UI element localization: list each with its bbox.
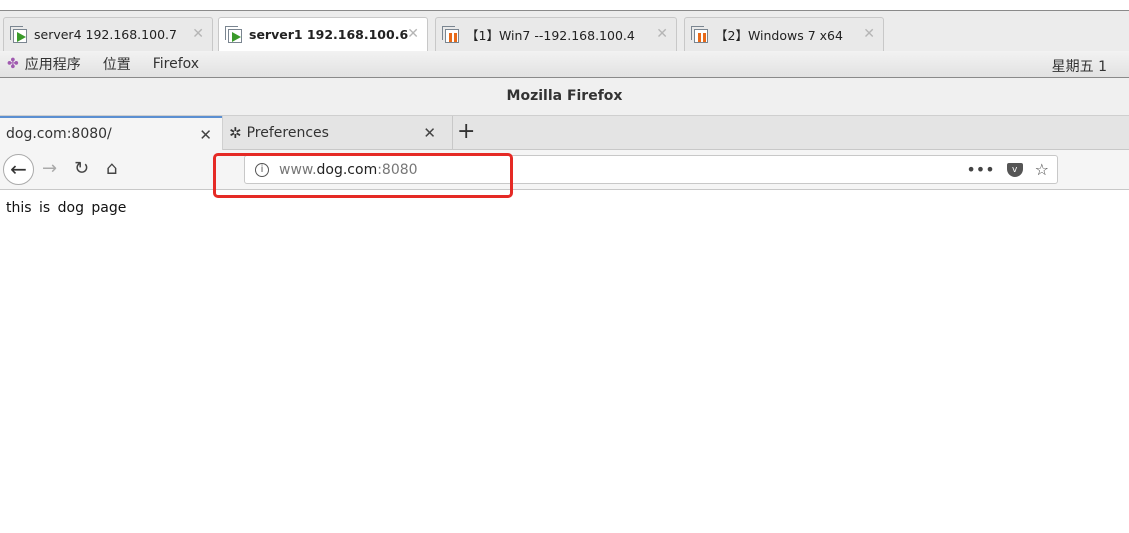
vm-tab-label: server1 192.168.100.6 <box>249 27 409 42</box>
vm-running-icon <box>10 25 28 44</box>
browser-tab-preferences[interactable]: ✲ Preferences ✕ <box>222 116 446 150</box>
browser-tab-dog[interactable]: dog.com:8080/ ✕ <box>0 116 222 150</box>
reload-button[interactable]: ↻ <box>74 158 89 179</box>
new-tab-button[interactable]: + <box>452 116 476 150</box>
close-tab-icon[interactable]: ✕ <box>423 124 436 142</box>
close-tab-icon[interactable]: ✕ <box>199 126 212 144</box>
bookmark-star-icon[interactable]: ☆ <box>1035 160 1049 179</box>
vm-running-icon <box>225 25 243 44</box>
close-icon[interactable]: ✕ <box>192 26 204 42</box>
vm-paused-icon <box>442 25 460 44</box>
vm-tab-label: server4 192.168.100.7 <box>34 27 177 42</box>
more-actions-icon[interactable]: ••• <box>966 160 994 179</box>
browser-tab-strip: dog.com:8080/ ✕ ✲ Preferences ✕ + <box>0 115 1129 150</box>
home-button[interactable]: ⌂ <box>106 158 117 179</box>
window-title: Mozilla Firefox <box>0 78 1129 115</box>
vm-tab-win7[interactable]: 【1】Win7 --192.168.100.4 ✕ <box>435 17 677 51</box>
firefox-app-menu[interactable]: Firefox <box>153 56 199 72</box>
places-menu[interactable]: 位置 <box>103 54 131 74</box>
applications-menu[interactable]: 应用程序 <box>25 54 81 74</box>
top-strip <box>0 0 1129 11</box>
forward-button[interactable]: → <box>42 158 57 179</box>
close-icon[interactable]: ✕ <box>407 26 419 42</box>
tab-label: Preferences <box>246 125 329 141</box>
tab-label: dog.com:8080/ <box>6 126 112 142</box>
navigation-toolbar: ← → ↻ ⌂ i www. dog.com:8080 ••• v ☆ <box>0 150 1129 190</box>
vm-paused-icon <box>691 25 709 44</box>
gnome-foot-icon: ✤ <box>7 56 19 72</box>
red-highlight-box <box>213 153 513 198</box>
vm-tab-bar: server4 192.168.100.7 ✕ server1 192.168.… <box>0 11 1129 51</box>
vm-tab-label: 【1】Win7 --192.168.100.4 <box>466 28 635 43</box>
vm-tab-label: 【2】Windows 7 x64 <box>715 28 843 43</box>
vm-tab-win7-x64[interactable]: 【2】Windows 7 x64 ✕ <box>684 17 884 51</box>
vm-tab-server1[interactable]: server1 192.168.100.6 ✕ <box>218 17 428 51</box>
vm-tab-server4[interactable]: server4 192.168.100.7 ✕ <box>3 17 213 51</box>
gear-icon: ✲ <box>229 124 242 142</box>
close-icon[interactable]: ✕ <box>656 26 668 42</box>
page-text: this is dog page <box>6 200 127 216</box>
gnome-top-bar: ✤ 应用程序 位置 Firefox 星期五 1 <box>0 51 1129 78</box>
back-button[interactable]: ← <box>3 154 34 185</box>
clock[interactable]: 星期五 1 <box>1052 56 1107 76</box>
pocket-icon[interactable]: v <box>1006 163 1023 177</box>
close-icon[interactable]: ✕ <box>863 26 875 42</box>
